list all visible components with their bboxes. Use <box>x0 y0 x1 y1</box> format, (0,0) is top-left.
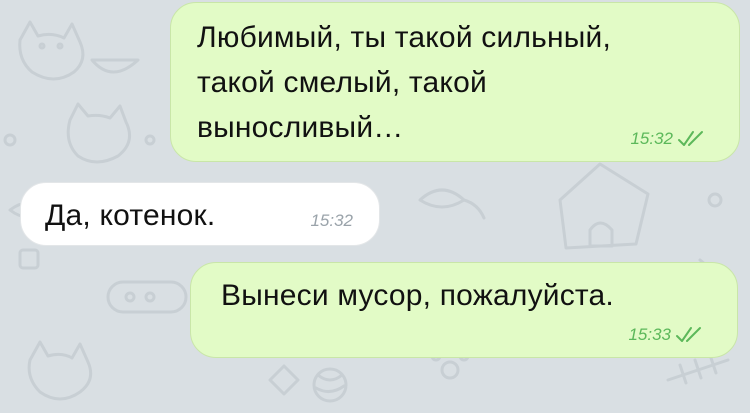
double-check-icon <box>676 327 701 342</box>
outgoing-message-bubble[interactable]: Любимый, ты такой сильный, такой смелый,… <box>170 2 740 162</box>
double-check-icon <box>678 131 703 146</box>
incoming-message-bubble[interactable]: Да, котенок. 15:32 <box>20 182 380 246</box>
message-time: 15:32 <box>310 211 353 230</box>
message-time: 15:33 <box>628 325 671 344</box>
chat-background: Любимый, ты такой сильный, такой смелый,… <box>0 0 750 413</box>
outgoing-message-bubble[interactable]: Вынеси мусор, пожалуйста. 15:33 <box>190 262 738 358</box>
message-meta: 15:33 <box>628 325 703 345</box>
message-meta: 15:32 <box>630 129 705 149</box>
message-time: 15:32 <box>630 129 673 148</box>
message-meta: 15:32 <box>310 211 353 231</box>
message-text: Вынеси мусор, пожалуйста. <box>221 279 614 312</box>
message-text: Да, котенок. <box>45 199 216 232</box>
